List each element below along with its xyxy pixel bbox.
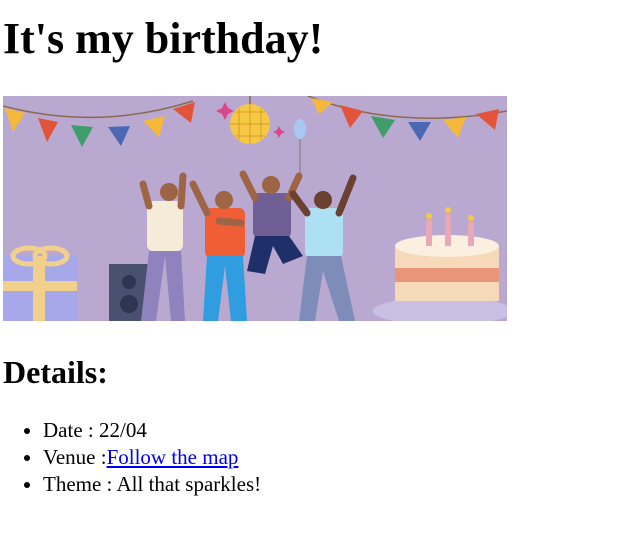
detail-date: Date : 22/04 bbox=[43, 417, 615, 444]
map-link[interactable]: Follow the map bbox=[107, 445, 239, 469]
details-list: Date : 22/04 Venue :Follow the map Theme… bbox=[3, 417, 615, 498]
details-heading: Details: bbox=[3, 354, 108, 390]
detail-venue: Venue :Follow the map bbox=[43, 444, 615, 471]
detail-theme-value: All that sparkles! bbox=[116, 472, 262, 496]
detail-theme: Theme : All that sparkles! bbox=[43, 471, 615, 498]
detail-theme-label: Theme : bbox=[43, 472, 117, 496]
detail-date-label: Date : bbox=[43, 418, 99, 442]
page-title: It's my birthday! bbox=[3, 14, 324, 63]
detail-venue-label: Venue : bbox=[43, 445, 107, 469]
detail-date-value: 22/04 bbox=[98, 418, 147, 442]
birthday-banner-image bbox=[3, 96, 507, 321]
page: It's my birthday! Details: • Date: 22/0… bbox=[0, 13, 618, 498]
